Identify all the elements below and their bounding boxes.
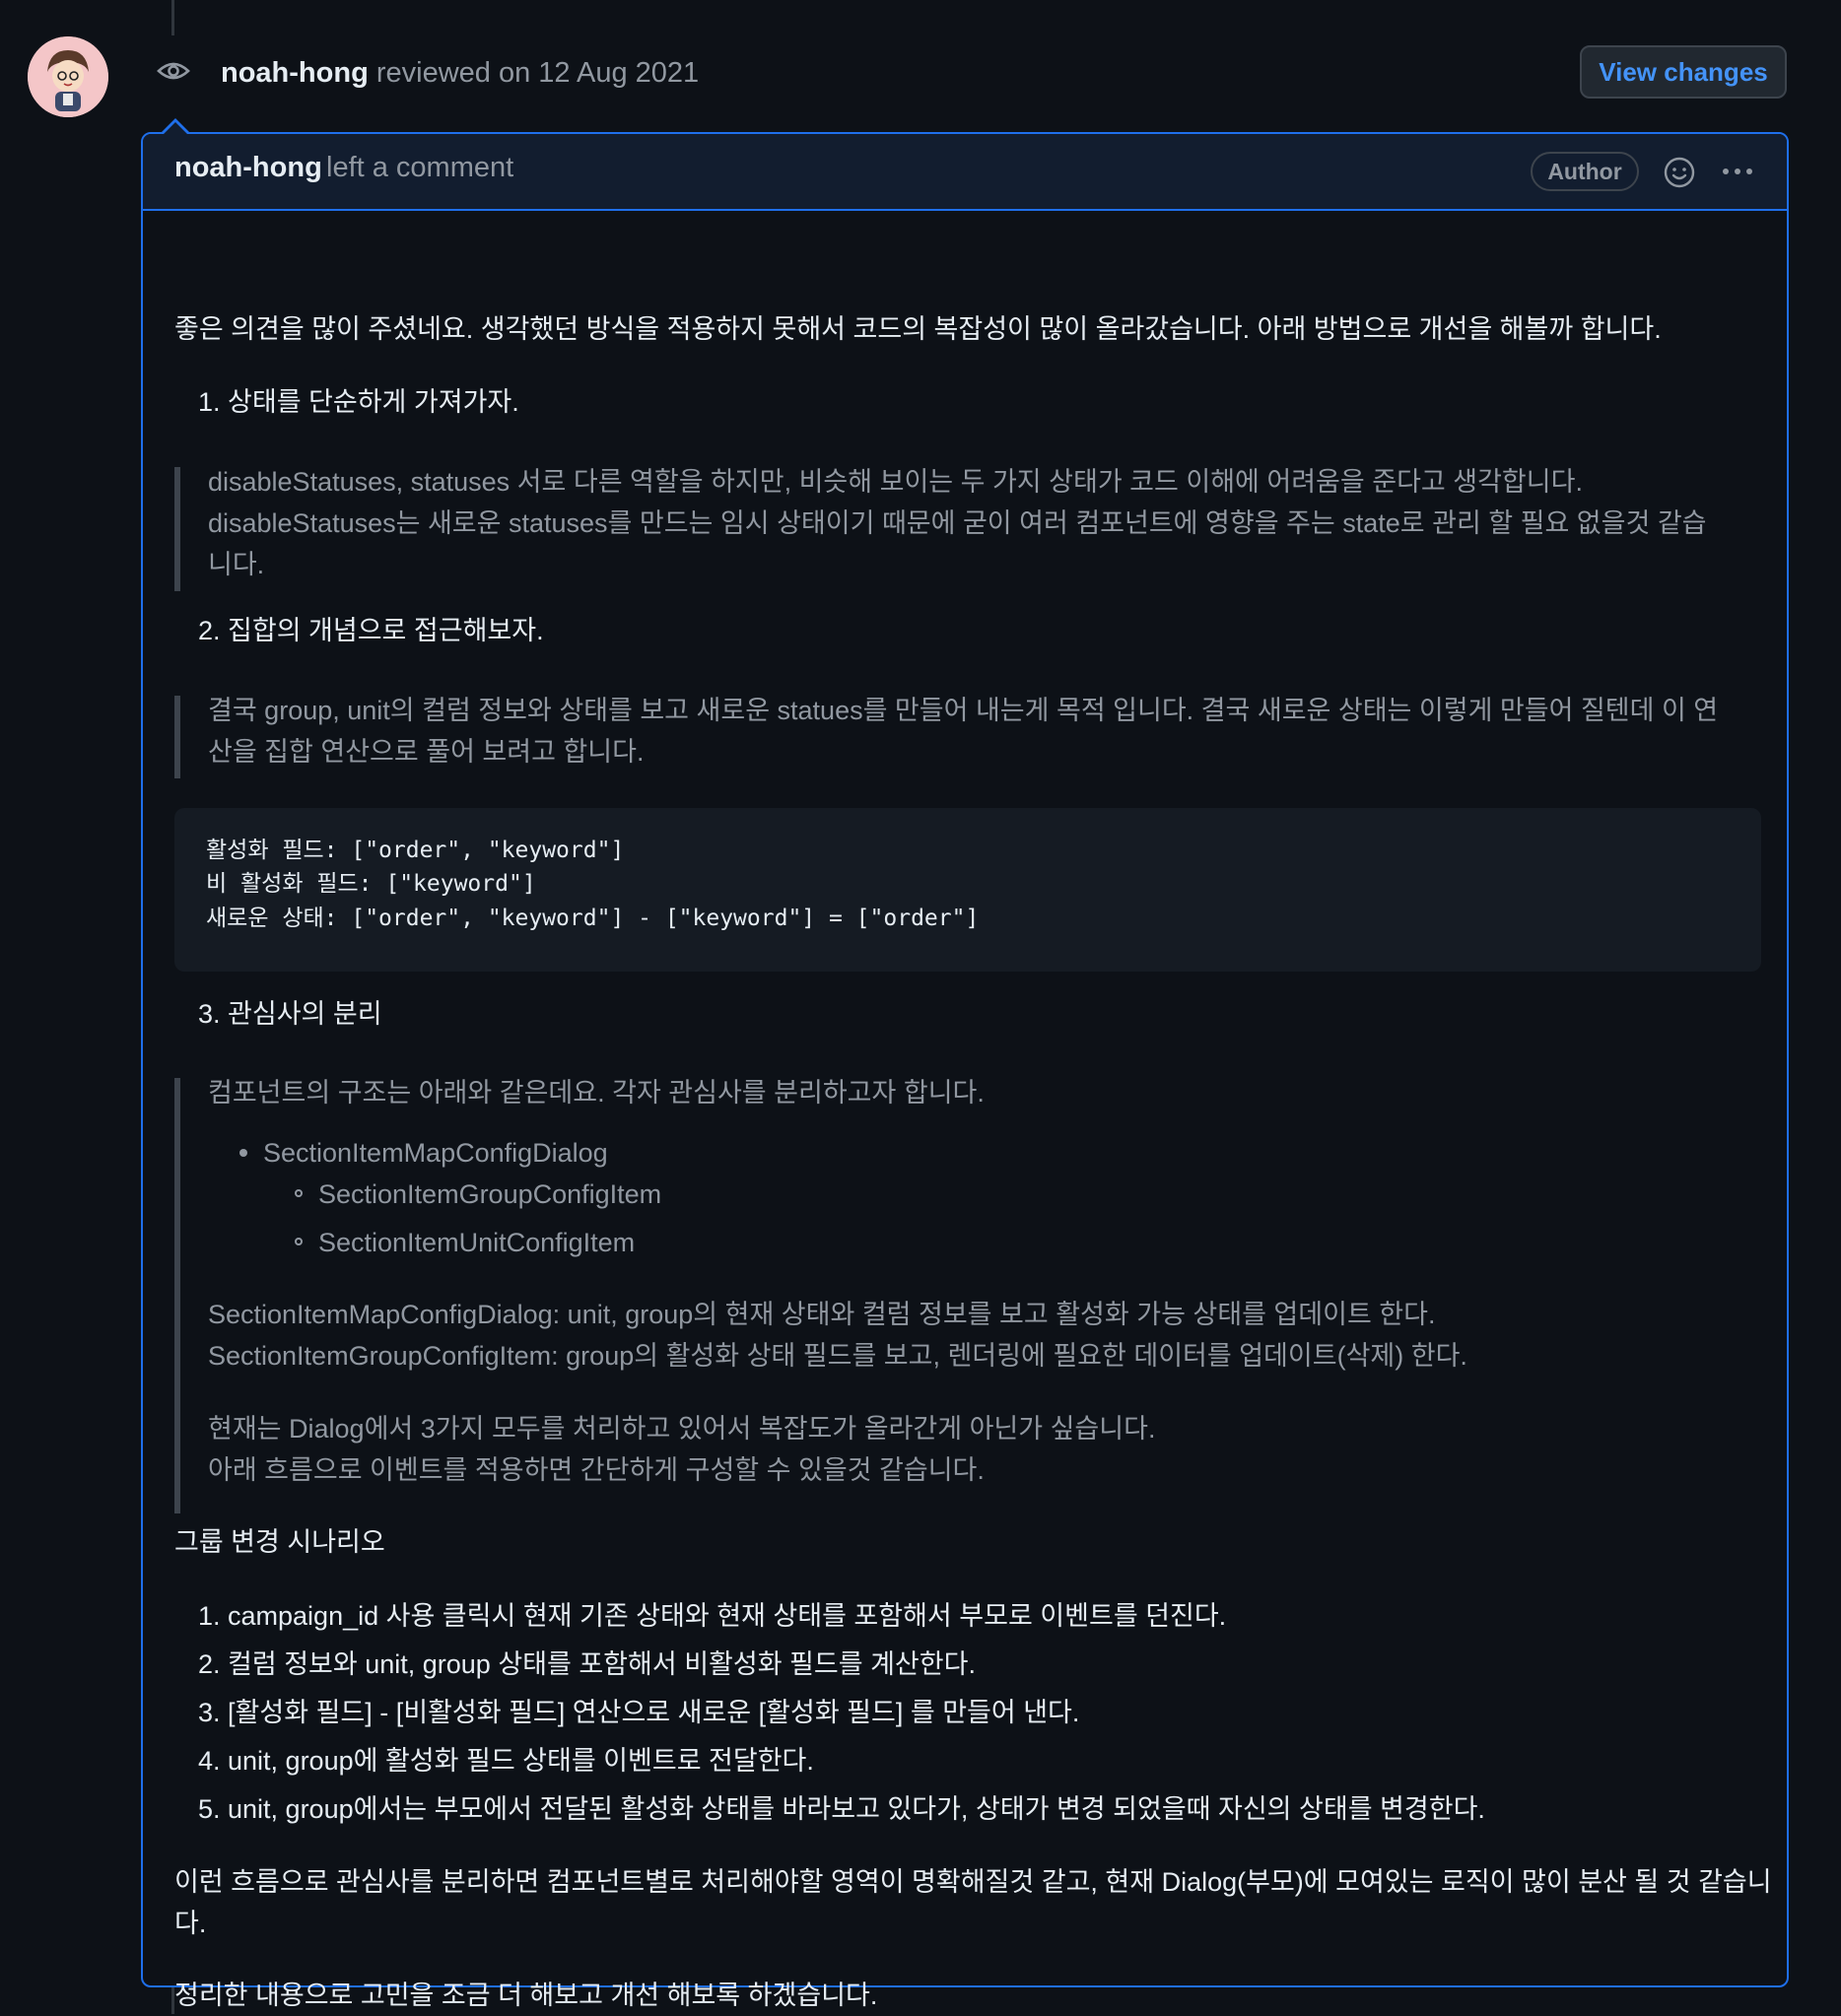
step-2: 2. 컬럼 정보와 unit, group 상태를 포함해서 비활성화 필드를 … bbox=[198, 1649, 976, 1679]
quote-3-para-2-line-2: 아래 흐름으로 이벤트를 적용하면 간단하게 구성할 수 있을것 같습니다. bbox=[208, 1455, 985, 1485]
heading-3: 3. 관심사의 분리 bbox=[198, 999, 382, 1029]
quote-bar-3 bbox=[174, 1078, 180, 1513]
review-date[interactable]: on 12 Aug 2021 bbox=[499, 57, 699, 89]
smiley-icon[interactable] bbox=[1663, 156, 1696, 189]
author-badge: Author bbox=[1531, 152, 1639, 191]
code-line-3: 새로운 상태: ["order", "keyword"] - ["keyword… bbox=[206, 906, 980, 931]
tree-child-2-bullet bbox=[295, 1238, 303, 1245]
intro-paragraph: 좋은 의견을 많이 주셨네요. 생각했던 방식을 적용하지 못해서 코드의 복잡… bbox=[174, 314, 1662, 344]
code-block: 활성화 필드: ["order", "keyword"] 비 활성화 필드: [… bbox=[174, 808, 1761, 972]
avatar-illustration bbox=[28, 36, 108, 117]
eye-icon bbox=[157, 62, 190, 80]
quote-1-line-1: disableStatuses, statuses 서로 다른 역할을 하지만,… bbox=[208, 467, 1583, 497]
review-header: noah-hong reviewed on 12 Aug 2021 bbox=[221, 51, 699, 95]
comment-action: left a comment bbox=[326, 152, 514, 183]
tree-child-1-bullet bbox=[295, 1189, 303, 1197]
avatar[interactable] bbox=[28, 36, 108, 117]
comment-card: noah-hong left a comment Author 좋은 의견을 많… bbox=[141, 132, 1789, 2010]
tree-child-2: SectionItemUnitConfigItem bbox=[318, 1228, 636, 1257]
code-line-1: 활성화 필드: ["order", "keyword"] bbox=[206, 838, 625, 863]
step-4: 4. unit, group에 활성화 필드 상태를 이벤트로 전달한다. bbox=[198, 1746, 814, 1776]
more-options-icon[interactable] bbox=[1718, 154, 1757, 189]
quote-bar-2 bbox=[174, 696, 180, 778]
quote-1-line-3: 니다. bbox=[208, 550, 265, 579]
quote-3-para-1-line-1: SectionItemMapConfigDialog: unit, group의… bbox=[208, 1300, 1436, 1329]
quote-3-para-2-line-1: 현재는 Dialog에서 3가지 모두를 처리하고 있어서 복잡도가 올라간게 … bbox=[208, 1414, 1156, 1444]
outro-line-2: 다. bbox=[174, 1909, 207, 1938]
step-1: 1. campaign_id 사용 클릭시 현재 기존 상태와 현재 상태를 포… bbox=[198, 1601, 1227, 1631]
heading-2: 2. 집합의 개념으로 접근해보자. bbox=[198, 616, 544, 645]
tree-root: SectionItemMapConfigDialog bbox=[263, 1138, 608, 1168]
tree-root-bullet bbox=[239, 1149, 247, 1157]
quote-bar-1 bbox=[174, 467, 180, 591]
quote-2-line-1: 결국 group, unit의 컬럼 정보와 상태를 보고 새로운 statue… bbox=[208, 696, 1719, 725]
comment-author[interactable]: noah-hong bbox=[174, 152, 322, 184]
view-changes-button[interactable]: View changes bbox=[1580, 45, 1787, 99]
tree-child-1: SectionItemGroupConfigItem bbox=[318, 1179, 662, 1209]
card-pointer-fill bbox=[164, 122, 187, 134]
reviewer-name[interactable]: noah-hong bbox=[221, 57, 369, 89]
code-line-2: 비 활성화 필드: ["keyword"] bbox=[206, 871, 536, 897]
step-3: 3. [활성화 필드] - [비활성화 필드] 연산으로 새로운 [활성화 필드… bbox=[198, 1698, 1080, 1727]
heading-1: 1. 상태를 단순하게 가져가자. bbox=[198, 387, 519, 417]
quote-3-line-1: 컴포넌트의 구조는 아래와 같은데요. 각자 관심사를 분리하고자 합니다. bbox=[208, 1078, 985, 1108]
timeline-line-top bbox=[171, 0, 174, 35]
review-action: reviewed bbox=[375, 57, 491, 89]
quote-2-line-2: 산을 집합 연산으로 풀어 보려고 합니다. bbox=[208, 737, 645, 767]
comment-header: noah-hong left a comment Author bbox=[143, 134, 1787, 211]
outro-line-1: 이런 흐름으로 관심사를 분리하면 컴포넌트별로 처리해야할 영역이 명확해질것… bbox=[174, 1867, 1772, 1897]
closing-paragraph: 정리한 내용으로 고민을 조금 더 해보고 개선 해보록 하겠습니다. bbox=[174, 1981, 878, 2010]
quote-3-para-1-line-2: SectionItemGroupConfigItem: group의 활성화 상… bbox=[208, 1341, 1467, 1371]
quote-1-line-2: disableStatuses는 새로운 statuses를 만드는 임시 상태… bbox=[208, 508, 1707, 538]
step-5: 5. unit, group에서는 부모에서 전달된 활성화 상태를 바라보고 … bbox=[198, 1794, 1485, 1824]
scenario-title: 그룹 변경 시나리오 bbox=[174, 1527, 385, 1557]
